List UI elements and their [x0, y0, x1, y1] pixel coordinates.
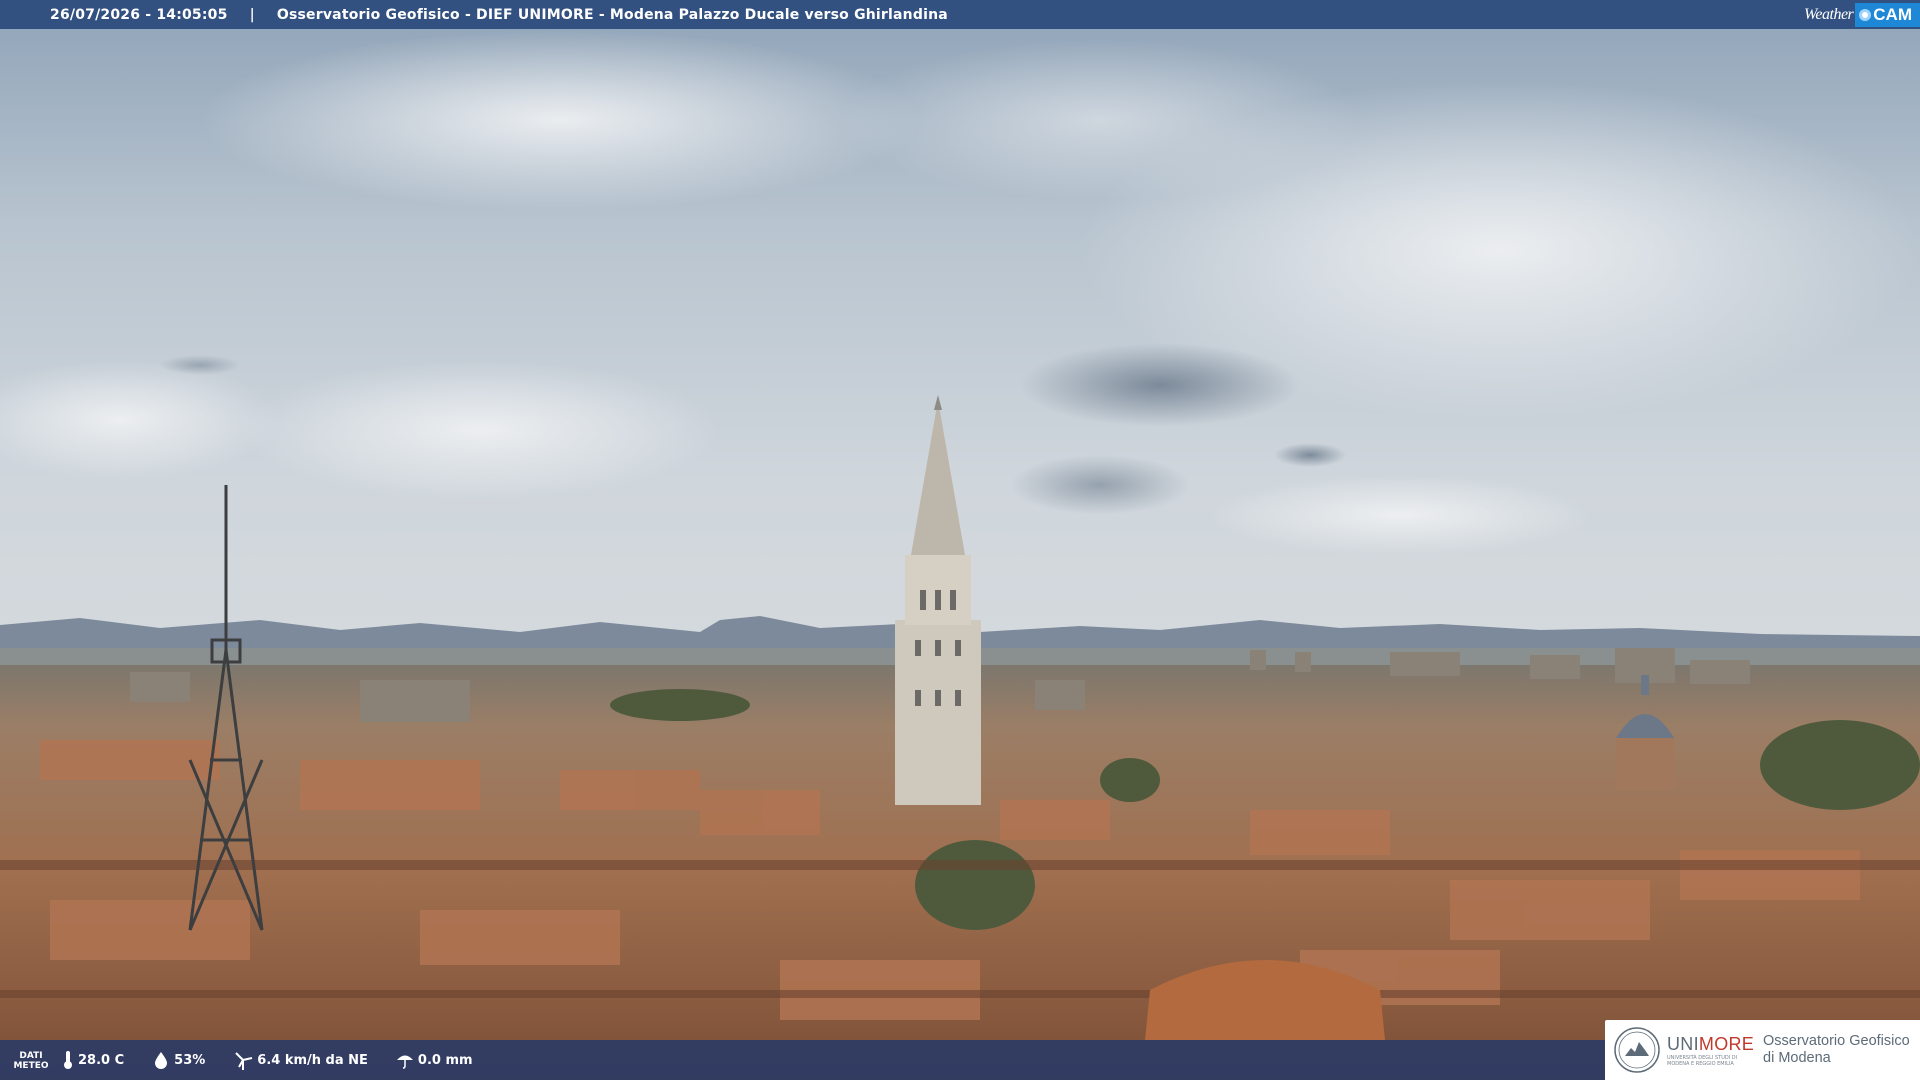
webcam-view	[0, 0, 1920, 1080]
brand-weather-text: Weather	[1804, 5, 1854, 23]
rain-value: 0.0 mm	[417, 1052, 473, 1068]
weather-data-label: DATI METEO	[13, 1051, 49, 1071]
brand-cam-text: CAM	[1873, 4, 1912, 24]
wind-reading: 6.4 km/h da NE	[233, 1050, 368, 1070]
wind-value: 6.4 km/h da NE	[257, 1052, 368, 1068]
umbrella-icon	[396, 1055, 413, 1069]
humidity-value: 53%	[174, 1052, 206, 1068]
unimore-seal-icon	[1614, 1027, 1660, 1073]
camera-info-bar: 26/07/2026 - 14:05:05 | Osservatorio Geo…	[0, 0, 1920, 29]
weathercam-logo: Weather CAM	[1804, 0, 1920, 29]
humidity-icon	[155, 1052, 168, 1069]
weather-data-bar: DATI METEO 28.0 C 53% 6.4 km/h da NE 0.0…	[0, 1040, 1605, 1080]
temperature-value: 28.0 C	[78, 1052, 125, 1068]
unimore-logo-panel: UNIMORE Università degli studi di Modena…	[1605, 1020, 1920, 1080]
thermometer-icon	[64, 1051, 72, 1069]
camera-location: Osservatorio Geofisico - DIEF UNIMORE - …	[276, 6, 948, 23]
rain-reading: 0.0 mm	[396, 1051, 473, 1069]
humidity-reading: 53%	[152, 1051, 205, 1069]
wind-turbine-icon	[235, 1052, 253, 1070]
unimore-subtitle: Università degli studi di Modena e Reggi…	[1667, 1054, 1738, 1067]
datetime-stamp: 26/07/2026 - 14:05:05	[50, 6, 228, 23]
unimore-name: UNIMORE	[1667, 1033, 1755, 1054]
temperature-reading: 28.0 C	[62, 1050, 124, 1070]
observatory-name: Osservatorio Geofisico di Modena	[1763, 1033, 1910, 1066]
camera-lens-icon	[1859, 8, 1872, 21]
separator: |	[249, 6, 255, 23]
